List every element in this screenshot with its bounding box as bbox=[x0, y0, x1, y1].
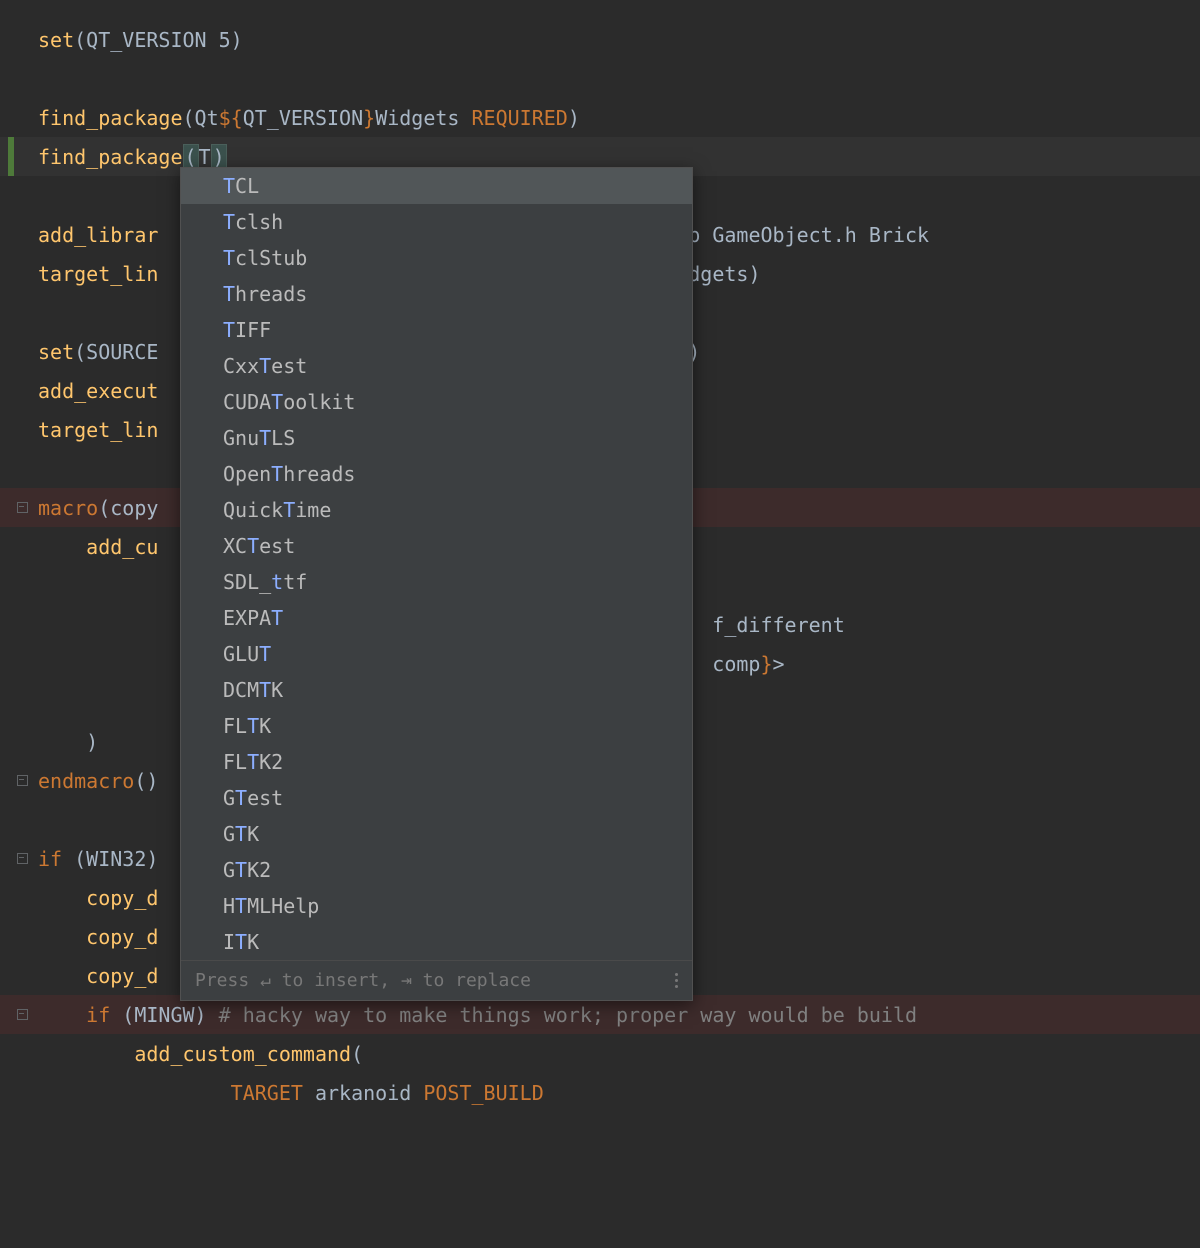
completion-item[interactable]: EXPAT bbox=[181, 600, 692, 636]
cmd-find-package: find_package bbox=[38, 106, 183, 130]
fold-icon[interactable] bbox=[17, 502, 28, 513]
completion-item[interactable]: FLTK bbox=[181, 708, 692, 744]
completion-item[interactable]: XCTest bbox=[181, 528, 692, 564]
matched-paren: ( bbox=[183, 144, 199, 170]
autocomplete-popup[interactable]: TCLTclshTclStubThreadsTIFFCxxTestCUDAToo… bbox=[180, 167, 693, 1001]
completion-item[interactable]: FLTK2 bbox=[181, 744, 692, 780]
completion-item[interactable]: ITK bbox=[181, 924, 692, 960]
match-highlight: T bbox=[223, 246, 235, 270]
cursor-position[interactable]: ) bbox=[211, 144, 227, 170]
completion-item[interactable]: TCL bbox=[181, 168, 692, 204]
completion-item[interactable]: GTK bbox=[181, 816, 692, 852]
match-highlight: T bbox=[223, 318, 235, 342]
match-highlight: T bbox=[259, 642, 271, 666]
match-highlight: T bbox=[235, 930, 247, 954]
completion-item[interactable]: OpenThreads bbox=[181, 456, 692, 492]
popup-footer: Press ↵ to insert, ⇥ to replace bbox=[181, 960, 692, 1000]
completion-item[interactable]: DCMTK bbox=[181, 672, 692, 708]
change-marker bbox=[8, 137, 14, 176]
match-highlight: T bbox=[235, 786, 247, 810]
match-highlight: T bbox=[283, 498, 295, 522]
keyword-macro: macro bbox=[38, 496, 98, 520]
completion-item[interactable]: CUDAToolkit bbox=[181, 384, 692, 420]
completion-item[interactable]: GTest bbox=[181, 780, 692, 816]
keyword-if: if bbox=[86, 1003, 110, 1027]
fold-icon[interactable] bbox=[17, 1009, 28, 1020]
match-highlight: T bbox=[223, 282, 235, 306]
match-highlight: T bbox=[247, 750, 259, 774]
match-highlight: T bbox=[235, 822, 247, 846]
completion-list[interactable]: TCLTclshTclStubThreadsTIFFCxxTestCUDAToo… bbox=[181, 168, 692, 960]
fold-icon[interactable] bbox=[17, 775, 28, 786]
completion-item[interactable]: TIFF bbox=[181, 312, 692, 348]
completion-item[interactable]: QuickTime bbox=[181, 492, 692, 528]
code-line-empty[interactable] bbox=[0, 59, 1200, 98]
match-highlight: T bbox=[271, 390, 283, 414]
match-highlight: t bbox=[271, 570, 283, 594]
comment: # hacky way to make things work; proper … bbox=[219, 1003, 917, 1027]
code-line[interactable]: add_custom_command( bbox=[0, 1034, 1200, 1073]
typed-text: T bbox=[199, 145, 211, 169]
enter-key-icon: ↵ bbox=[260, 970, 271, 991]
match-highlight: T bbox=[259, 354, 271, 378]
keyword-endmacro: endmacro bbox=[38, 769, 134, 793]
code-line[interactable]: TARGET arkanoid POST_BUILD bbox=[0, 1073, 1200, 1112]
completion-item[interactable]: GTK2 bbox=[181, 852, 692, 888]
completion-item[interactable]: CxxTest bbox=[181, 348, 692, 384]
completion-item[interactable]: Threads bbox=[181, 276, 692, 312]
completion-item[interactable]: GLUT bbox=[181, 636, 692, 672]
match-highlight: T bbox=[247, 714, 259, 738]
tab-key-icon: ⇥ bbox=[401, 970, 412, 991]
completion-item[interactable]: SDL_ttf bbox=[181, 564, 692, 600]
match-highlight: T bbox=[235, 894, 247, 918]
completion-item[interactable]: HTMLHelp bbox=[181, 888, 692, 924]
code-line[interactable]: set(QT_VERSION 5) bbox=[0, 20, 1200, 59]
keyword-if: if bbox=[38, 847, 62, 871]
code-line[interactable]: find_package(Qt${QT_VERSION}Widgets REQU… bbox=[0, 98, 1200, 137]
cmd-find-package: find_package bbox=[38, 145, 183, 169]
match-highlight: T bbox=[247, 534, 259, 558]
completion-item[interactable]: GnuTLS bbox=[181, 420, 692, 456]
match-highlight: T bbox=[259, 678, 271, 702]
keyword-required: REQUIRED bbox=[472, 106, 568, 130]
keyword-set: set bbox=[38, 28, 74, 52]
fold-icon[interactable] bbox=[17, 853, 28, 864]
match-highlight: T bbox=[271, 462, 283, 486]
match-highlight: T bbox=[259, 426, 271, 450]
match-highlight: T bbox=[271, 606, 283, 630]
footer-hint: Press ↵ to insert, ⇥ to replace bbox=[195, 970, 531, 991]
match-highlight: T bbox=[223, 174, 235, 198]
more-options-icon[interactable] bbox=[675, 973, 678, 988]
match-highlight: T bbox=[223, 210, 235, 234]
completion-item[interactable]: TclStub bbox=[181, 240, 692, 276]
code-text: (QT_VERSION 5) bbox=[74, 28, 243, 52]
match-highlight: T bbox=[235, 858, 247, 882]
completion-item[interactable]: Tclsh bbox=[181, 204, 692, 240]
